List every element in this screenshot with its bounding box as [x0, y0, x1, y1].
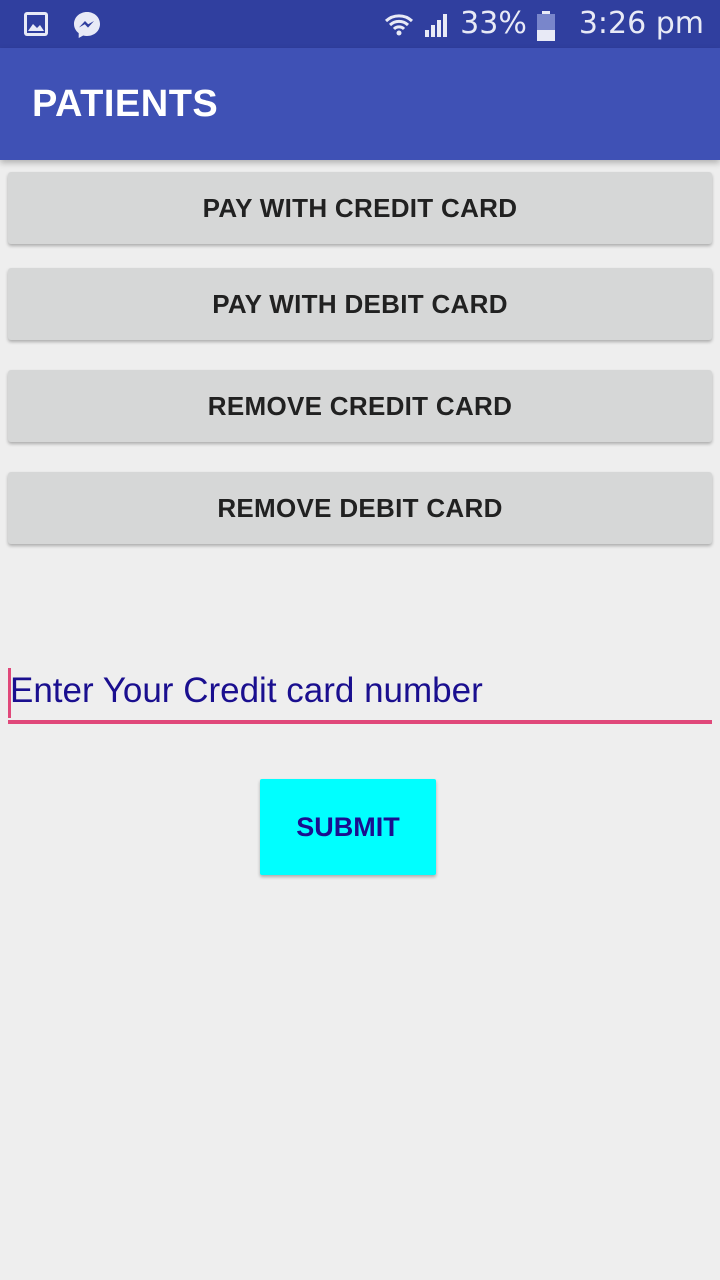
image-icon — [22, 10, 52, 38]
app-bar: PATIENTS — [0, 48, 720, 160]
system-status: 33% 3:26 pm — [384, 0, 704, 48]
pay-with-debit-card-button[interactable]: PAY WITH DEBIT CARD — [8, 268, 712, 340]
text-cursor — [8, 668, 11, 718]
signal-icon — [422, 10, 452, 38]
messenger-icon — [72, 10, 102, 38]
page-title: PATIENTS — [32, 83, 219, 125]
battery-percent: 33% — [460, 6, 527, 41]
wifi-icon — [384, 10, 414, 38]
notification-icons — [22, 10, 102, 38]
status-bar: 33% 3:26 pm — [0, 0, 720, 48]
submit-button[interactable]: SUBMIT — [260, 779, 436, 875]
remove-credit-card-button[interactable]: REMOVE CREDIT CARD — [8, 370, 712, 442]
remove-debit-card-button[interactable]: REMOVE DEBIT CARD — [8, 472, 712, 544]
battery-icon — [535, 10, 557, 41]
pay-with-credit-card-button[interactable]: PAY WITH CREDIT CARD — [8, 172, 712, 244]
credit-card-field — [8, 662, 714, 726]
credit-card-number-input[interactable] — [8, 662, 714, 720]
input-underline — [8, 720, 712, 724]
screen: 33% 3:26 pm PATIENTS PAY WITH CREDIT CAR… — [0, 0, 720, 1280]
clock: 3:26 pm — [578, 6, 704, 41]
